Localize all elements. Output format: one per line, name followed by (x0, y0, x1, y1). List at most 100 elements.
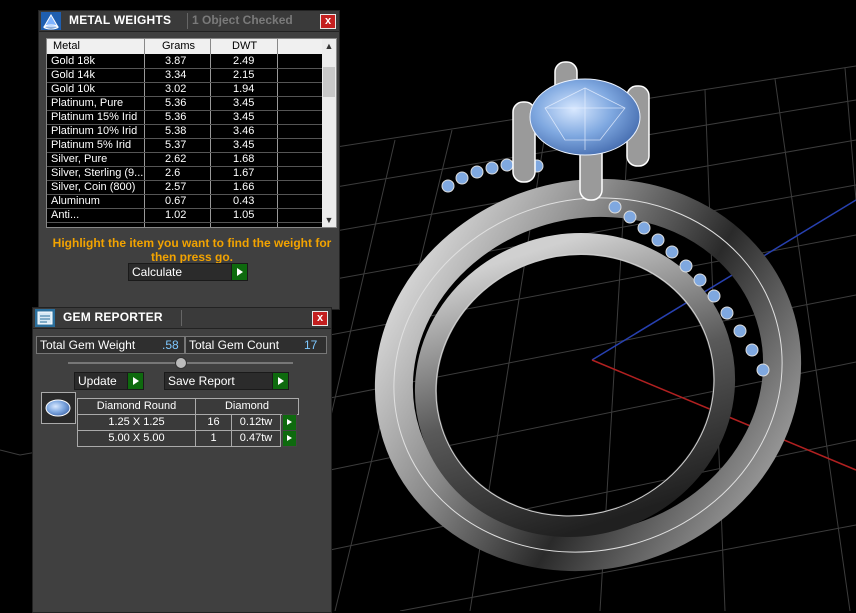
gem-count-cell: 16 (195, 414, 232, 431)
column-header-grams[interactable]: Grams (162, 40, 195, 52)
metal-cell: Platinum 15% Irid (51, 111, 138, 123)
close-icon[interactable]: x (320, 14, 336, 29)
total-gem-weight-value: .58 (162, 338, 179, 352)
grams-cell: 0.67 (165, 195, 187, 207)
metal-weights-icon (41, 12, 61, 30)
total-gem-weight-field: Total Gem Weight .58 (36, 336, 185, 354)
table-row[interactable]: Platinum, Pure 5.36 3.45 (47, 97, 322, 111)
total-gem-count-value: 17 (304, 338, 318, 352)
dwt-cell: 3.45 (233, 111, 255, 123)
update-label: Update (78, 374, 117, 388)
gem-count-cell: 1 (195, 430, 232, 447)
scroll-down-icon[interactable]: ▼ (322, 213, 336, 227)
total-gem-count-label: Total Gem Count (189, 338, 280, 352)
go-arrow-icon[interactable] (282, 430, 297, 447)
grams-cell: 2.62 (165, 153, 187, 165)
gem-weight-cell: 0.12tw (231, 414, 281, 431)
grams-cell: 5.36 (165, 97, 187, 109)
objects-checked-status: 1 Object Checked (192, 13, 293, 27)
gem-reporter-icon (35, 309, 55, 327)
metal-cell: Aluminum (51, 195, 100, 207)
scroll-up-icon[interactable]: ▲ (322, 39, 336, 53)
metal-weights-titlebar[interactable]: METAL WEIGHTS 1 Object Checked x (39, 11, 339, 32)
table-header: Metal Grams DWT (47, 39, 336, 54)
metal-cell: Platinum 5% Irid (51, 139, 132, 151)
grams-cell: 2.57 (165, 181, 187, 193)
metal-cell: Silver, Coin (800) (51, 181, 136, 193)
grams-cell: 3.87 (165, 55, 187, 67)
go-arrow-icon[interactable] (272, 373, 288, 389)
table-row[interactable]: Silver, Coin (800) 2.57 1.66 (47, 181, 322, 195)
gem-size-cell: 5.00 X 5.00 (77, 430, 196, 447)
table-row[interactable]: Platinum 5% Irid 5.37 3.45 (47, 139, 322, 153)
dwt-cell: 2.15 (233, 69, 255, 81)
grams-cell: 5.36 (165, 111, 187, 123)
dwt-cell: 1.67 (233, 167, 255, 179)
dwt-cell: 3.46 (233, 125, 255, 137)
vertical-scrollbar[interactable]: ▲ ▼ (322, 39, 336, 227)
grams-cell: 3.34 (165, 69, 187, 81)
gem-size-cell: 1.25 X 1.25 (77, 414, 196, 431)
metal-cell: Gold 10k (51, 83, 96, 95)
grams-cell: 2.6 (165, 167, 181, 179)
total-gem-weight-label: Total Gem Weight (40, 338, 136, 352)
grams-cell: 5.37 (165, 139, 187, 151)
table-row[interactable]: Anti... 1.02 1.05 (47, 209, 322, 223)
table-row[interactable]: Gold 18k 3.87 2.49 (47, 55, 322, 69)
metal-weights-table: Metal Grams DWT Gold 18k 3.87 2.49 Gold 14k… (46, 38, 337, 228)
metal-weights-title: METAL WEIGHTS (69, 13, 172, 27)
scroll-thumb[interactable] (323, 67, 335, 97)
stone-header: Diamond (195, 398, 299, 415)
dwt-cell: 0.43 (233, 195, 255, 207)
metal-cell: Gold 14k (51, 69, 96, 81)
go-arrow-icon[interactable] (282, 414, 297, 431)
grams-cell: 1.02 (165, 209, 187, 221)
table-row[interactable]: Platinum 10% Irid 5.38 3.46 (47, 125, 322, 139)
table-row[interactable]: Aluminum 0.67 0.43 (47, 195, 322, 209)
calculate-dropdown[interactable]: Calculate (128, 263, 248, 281)
gem-reporter-title: GEM REPORTER (63, 310, 163, 324)
shape-header: Diamond Round (77, 398, 196, 415)
slider-handle[interactable] (175, 357, 187, 369)
save-report-label: Save Report (168, 374, 235, 388)
dwt-cell: 1.66 (233, 181, 255, 193)
table-row[interactable]: Gold 10k 3.02 1.94 (47, 83, 322, 97)
dwt-cell: 1.68 (233, 153, 255, 165)
dwt-cell: 1.94 (233, 83, 255, 95)
row-divider (47, 222, 322, 223)
table-row[interactable]: Gold 14k 3.34 2.15 (47, 69, 322, 83)
metal-cell: Silver, Sterling (9... (51, 167, 144, 179)
gem-thumbnail-icon (41, 392, 76, 424)
title-separator (181, 310, 182, 326)
close-icon[interactable]: x (312, 311, 328, 326)
table-row[interactable]: Silver, Pure 2.62 1.68 (47, 153, 322, 167)
gem-reporter-panel: GEM REPORTER x Total Gem Weight .58 Tota… (32, 307, 332, 613)
dwt-cell: 3.45 (233, 97, 255, 109)
go-arrow-icon[interactable] (231, 264, 247, 280)
dwt-cell: 1.05 (233, 209, 255, 221)
save-report-dropdown[interactable]: Save Report (164, 372, 289, 390)
metal-cell: Platinum, Pure (51, 97, 124, 109)
grams-cell: 5.38 (165, 125, 187, 137)
metal-cell: Gold 18k (51, 55, 96, 67)
grams-cell: 3.02 (165, 83, 187, 95)
gem-weight-cell: 0.47tw (231, 430, 281, 447)
table-row[interactable]: Silver, Sterling (9... 2.6 1.67 (47, 167, 322, 181)
total-gem-count-field: Total Gem Count 17 (185, 336, 327, 354)
metal-cell: Anti... (51, 209, 80, 221)
title-separator (187, 13, 188, 29)
dwt-cell: 3.45 (233, 139, 255, 151)
ring-model (374, 61, 802, 572)
gem-reporter-titlebar[interactable]: GEM REPORTER x (33, 308, 331, 329)
metal-cell: Platinum 10% Irid (51, 125, 138, 137)
metal-cell: Silver, Pure (51, 153, 108, 165)
column-header-dwt[interactable]: DWT (232, 40, 257, 52)
metal-weights-panel: METAL WEIGHTS 1 Object Checked x Metal G… (38, 10, 340, 310)
calculate-label: Calculate (132, 265, 183, 279)
instruction-text: Highlight the item you want to find the … (52, 236, 332, 264)
go-arrow-icon[interactable] (127, 373, 143, 389)
update-dropdown[interactable]: Update (74, 372, 144, 390)
column-header-metal[interactable]: Metal (53, 40, 80, 52)
dwt-cell: 2.49 (233, 55, 255, 67)
table-row[interactable]: Platinum 15% Irid 5.36 3.45 (47, 111, 322, 125)
